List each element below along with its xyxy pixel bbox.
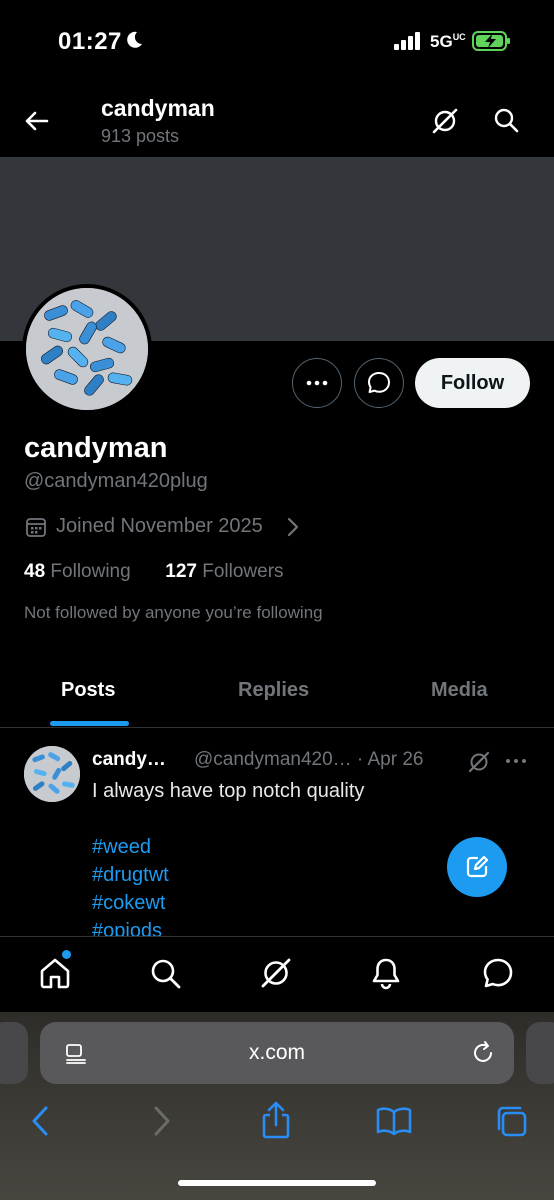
- more-options-button[interactable]: [292, 358, 342, 408]
- post-text: I always have top notch quality: [92, 780, 365, 802]
- compose-button[interactable]: [447, 837, 507, 897]
- hashtag-link[interactable]: #weed: [92, 836, 151, 859]
- active-tab-indicator: [50, 721, 129, 726]
- tab-replies[interactable]: Replies: [238, 679, 309, 702]
- battery-icon: [472, 30, 512, 52]
- reload-icon[interactable]: [470, 1040, 496, 1066]
- post-avatar[interactable]: [24, 746, 80, 802]
- browser-back-icon[interactable]: [28, 1104, 54, 1138]
- search-icon[interactable]: [492, 106, 520, 134]
- header-post-count: 913 posts: [101, 126, 180, 146]
- follow-stats: 48 Following 127 Followers: [24, 561, 284, 583]
- network-label: 5GUC: [430, 32, 466, 51]
- followers-link[interactable]: 127 Followers: [165, 561, 283, 582]
- compose-icon: [466, 855, 489, 878]
- messages-icon[interactable]: [480, 955, 516, 991]
- grok-icon[interactable]: [466, 749, 492, 775]
- tab-media[interactable]: Media: [431, 679, 488, 702]
- calendar-icon: [24, 515, 48, 539]
- status-time: 01:27: [58, 28, 122, 55]
- home-indicator: [178, 1180, 376, 1186]
- url-text[interactable]: x.com: [40, 1041, 514, 1065]
- notifications-icon[interactable]: [368, 955, 404, 991]
- tab-posts[interactable]: Posts: [61, 679, 115, 702]
- bookmarks-icon[interactable]: [375, 1106, 413, 1136]
- joined-date[interactable]: Joined November 2025: [56, 515, 263, 538]
- profile-handle: @candyman420plug: [24, 470, 208, 492]
- grok-icon[interactable]: [258, 955, 294, 991]
- tab-divider: [0, 727, 554, 728]
- post-handle-date: @candyman420… · Apr 26: [194, 749, 424, 770]
- profile-avatar[interactable]: [22, 284, 152, 414]
- moon-icon: [124, 30, 144, 50]
- hashtag-link[interactable]: #cokewt: [92, 892, 165, 915]
- not-followed-text: Not followed by anyone you’re following: [24, 603, 323, 622]
- next-tab-preview[interactable]: [526, 1022, 554, 1084]
- previous-tab-preview[interactable]: [0, 1022, 28, 1084]
- header-title: candyman: [101, 95, 215, 121]
- more-icon: [306, 380, 328, 386]
- post-more-icon[interactable]: [505, 750, 527, 772]
- following-link[interactable]: 48 Following: [24, 561, 131, 582]
- message-button[interactable]: [354, 358, 404, 408]
- signal-icon: [394, 32, 422, 50]
- browser-forward-icon: [148, 1104, 174, 1138]
- hashtag-link[interactable]: #drugtwt: [92, 864, 169, 887]
- notification-dot: [62, 950, 71, 959]
- message-icon: [368, 372, 390, 393]
- home-icon[interactable]: [37, 955, 73, 991]
- grok-icon[interactable]: [430, 106, 460, 136]
- post-author-name[interactable]: candy…: [92, 749, 166, 771]
- follow-button[interactable]: Follow: [415, 358, 530, 408]
- chevron-right-icon[interactable]: [286, 517, 300, 537]
- back-button[interactable]: [22, 106, 52, 136]
- profile-name: candyman: [24, 432, 168, 464]
- search-icon[interactable]: [147, 955, 183, 991]
- tabs-icon[interactable]: [494, 1104, 530, 1140]
- share-icon[interactable]: [259, 1100, 293, 1140]
